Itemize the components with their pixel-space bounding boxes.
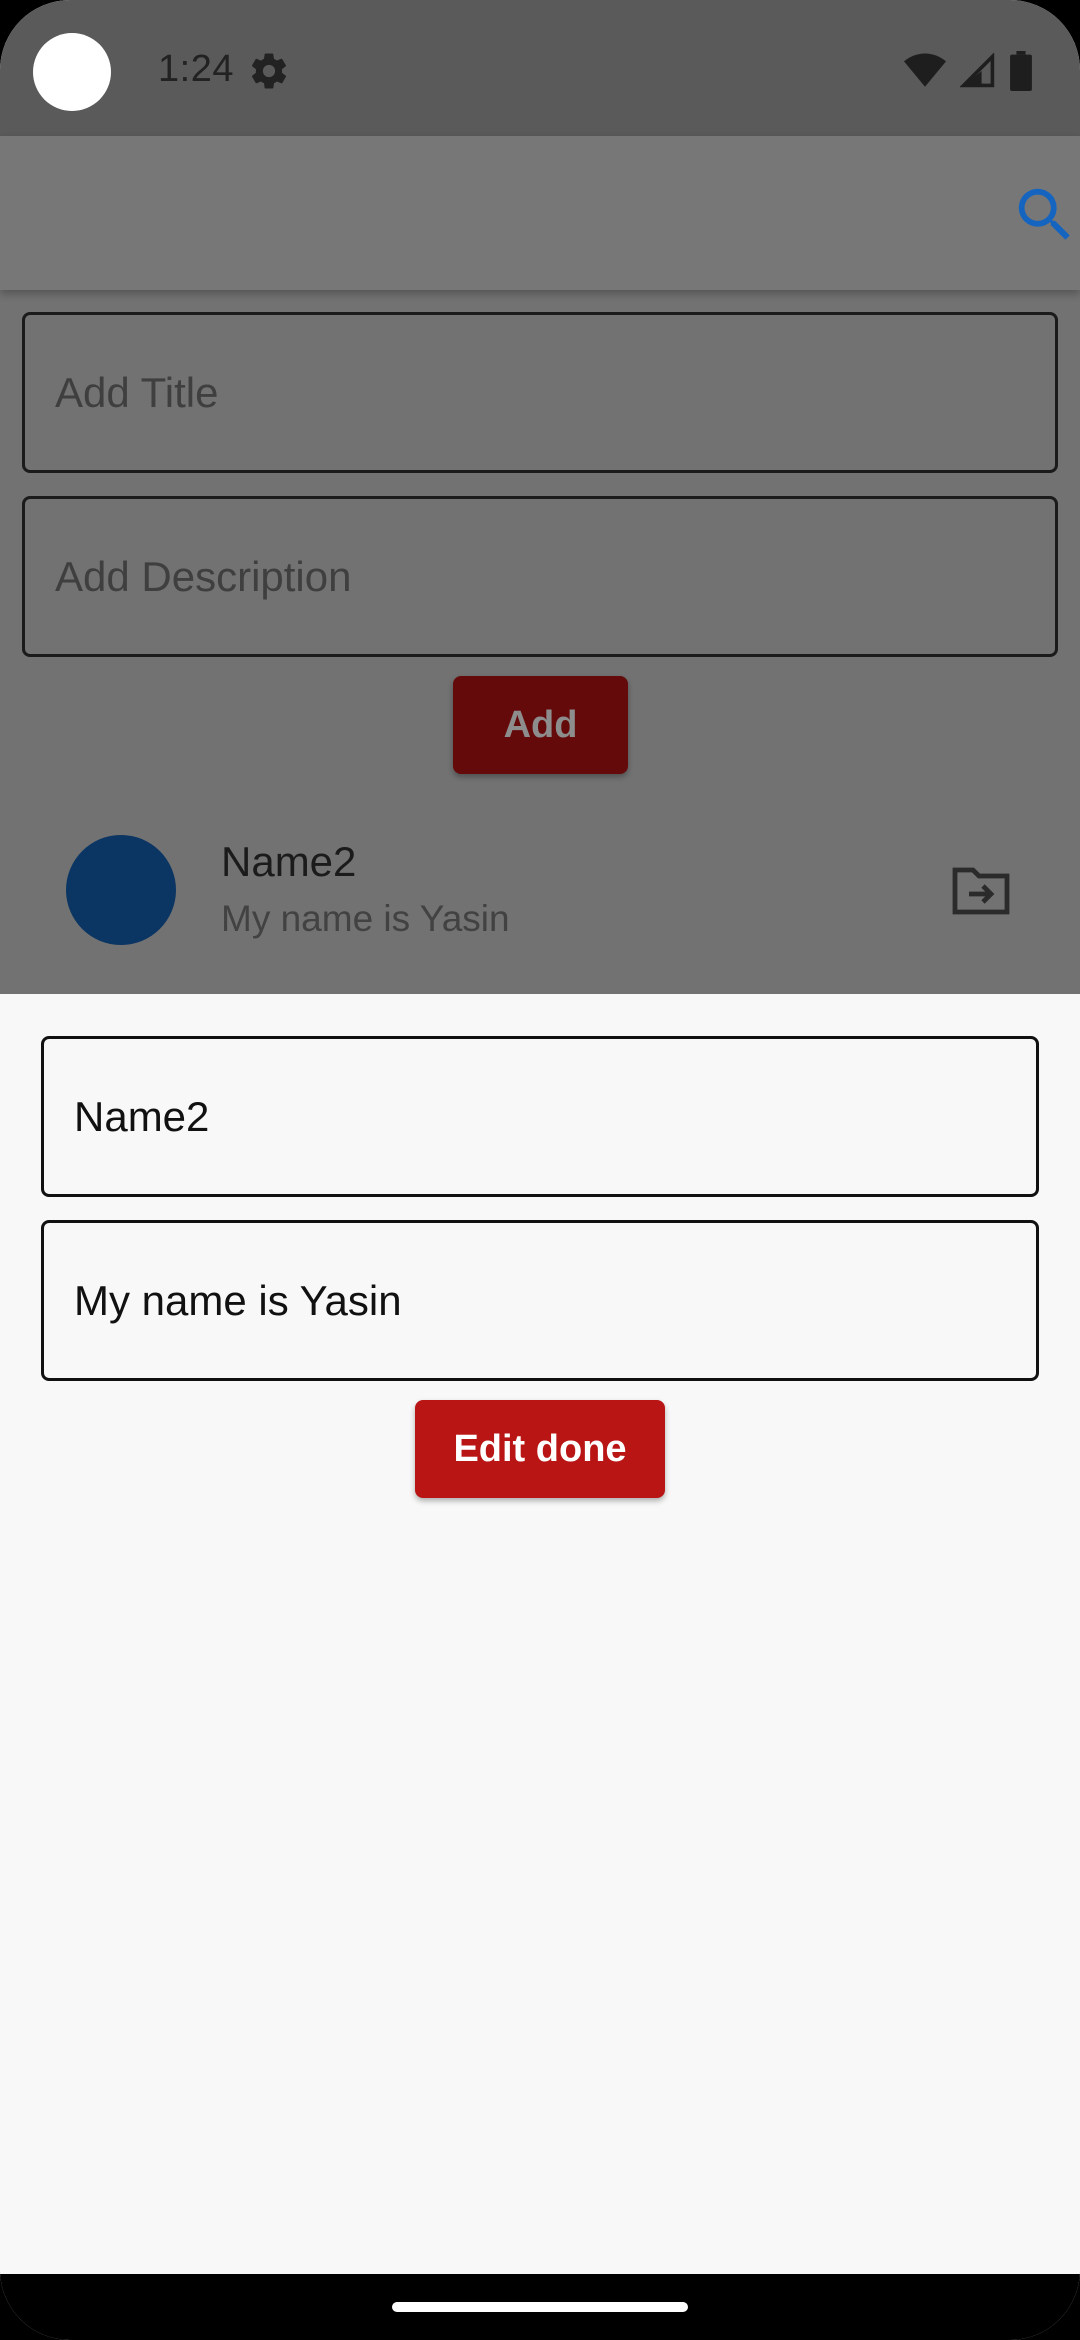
edit-done-button[interactable]: Edit done: [415, 1400, 665, 1498]
search-icon[interactable]: [1010, 180, 1080, 250]
front-camera: [33, 33, 111, 111]
add-button[interactable]: Add: [453, 676, 628, 774]
status-time: 1:24: [158, 48, 234, 90]
phone-screen: 1:24 Add Title Add Description Add Name2…: [0, 0, 1080, 2340]
edit-title-input[interactable]: [41, 1036, 1039, 1197]
cell-signal-icon: [960, 53, 995, 88]
list-item-title: Name2: [221, 838, 357, 885]
folder-move-icon[interactable]: [951, 862, 1011, 918]
status-bar: 1:24: [0, 0, 1080, 136]
battery-icon: [1010, 51, 1032, 91]
wifi-icon: [904, 53, 946, 87]
avatar: [66, 835, 176, 945]
edit-description-input[interactable]: [41, 1220, 1039, 1381]
add-title-placeholder: Add Title: [55, 368, 219, 416]
add-title-field[interactable]: Add Title: [22, 312, 1058, 473]
list-item-subtitle: My name is Yasin: [221, 898, 510, 939]
home-gesture-handle[interactable]: [392, 2302, 688, 2312]
add-description-field[interactable]: Add Description: [22, 496, 1058, 657]
settings-gear-icon: [251, 53, 287, 89]
status-icons: [904, 50, 1032, 92]
add-description-placeholder: Add Description: [55, 552, 352, 600]
app-bar: [0, 136, 1080, 290]
